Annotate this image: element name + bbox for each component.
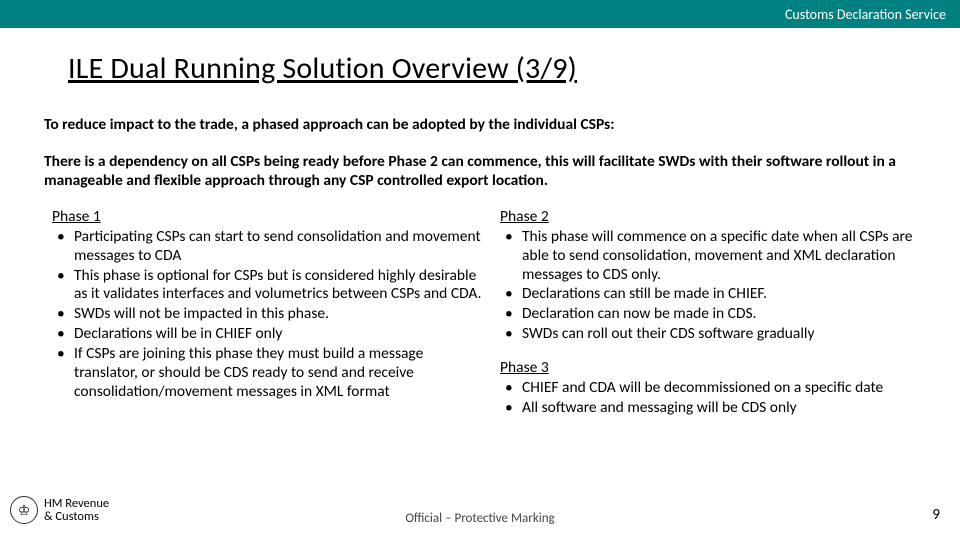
- left-column: Phase 1 Participating CSPs can start to …: [52, 207, 482, 432]
- phase-2-block: Phase 2 This phase will commence on a sp…: [500, 207, 930, 344]
- list-item: Declarations will be in CHIEF only: [52, 325, 482, 344]
- org-name-line2: & Customs: [44, 510, 109, 523]
- phase-2-list: This phase will commence on a specific d…: [500, 228, 930, 344]
- right-column: Phase 2 This phase will commence on a sp…: [500, 207, 930, 432]
- list-item: SWDs will not be impacted in this phase.: [52, 305, 482, 324]
- intro-paragraph-2: There is a dependency on all CSPs being …: [44, 152, 916, 191]
- list-item: SWDs can roll out their CDS software gra…: [500, 325, 930, 344]
- list-item: CHIEF and CDA will be decommissioned on …: [500, 379, 930, 398]
- list-item: All software and messaging will be CDS o…: [500, 399, 930, 418]
- slide: Customs Declaration Service ILE Dual Run…: [0, 0, 960, 540]
- protective-marking: Official – Protective Marking: [405, 511, 554, 526]
- phase-3-block: Phase 3 CHIEF and CDA will be decommissi…: [500, 358, 930, 418]
- intro-paragraph-1: To reduce impact to the trade, a phased …: [44, 115, 916, 134]
- phase-2-title: Phase 2: [500, 207, 930, 226]
- phase-1-list: Participating CSPs can start to send con…: [52, 228, 482, 402]
- list-item: Participating CSPs can start to send con…: [52, 228, 482, 266]
- list-item: If CSPs are joining this phase they must…: [52, 345, 482, 402]
- phase-1-block: Phase 1 Participating CSPs can start to …: [52, 207, 482, 402]
- list-item: Declaration can now be made in CDS.: [500, 305, 930, 324]
- service-name: Customs Declaration Service: [785, 6, 946, 23]
- phase-1-title: Phase 1: [52, 207, 482, 226]
- crown-icon: ♔: [10, 496, 38, 524]
- page-number: 9: [932, 506, 940, 524]
- page-title: ILE Dual Running Solution Overview (3/9): [68, 50, 960, 87]
- phase-3-list: CHIEF and CDA will be decommissioned on …: [500, 379, 930, 418]
- phase-3-title: Phase 3: [500, 358, 930, 377]
- footer: ♔ HM Revenue & Customs Official – Protec…: [0, 488, 960, 532]
- top-bar: Customs Declaration Service: [0, 0, 960, 28]
- list-item: Declarations can still be made in CHIEF.: [500, 285, 930, 304]
- org-name: HM Revenue & Customs: [44, 497, 109, 523]
- content-columns: Phase 1 Participating CSPs can start to …: [52, 207, 930, 432]
- org-logo: ♔ HM Revenue & Customs: [10, 496, 109, 524]
- list-item: This phase will commence on a specific d…: [500, 228, 930, 285]
- list-item: This phase is optional for CSPs but is c…: [52, 267, 482, 305]
